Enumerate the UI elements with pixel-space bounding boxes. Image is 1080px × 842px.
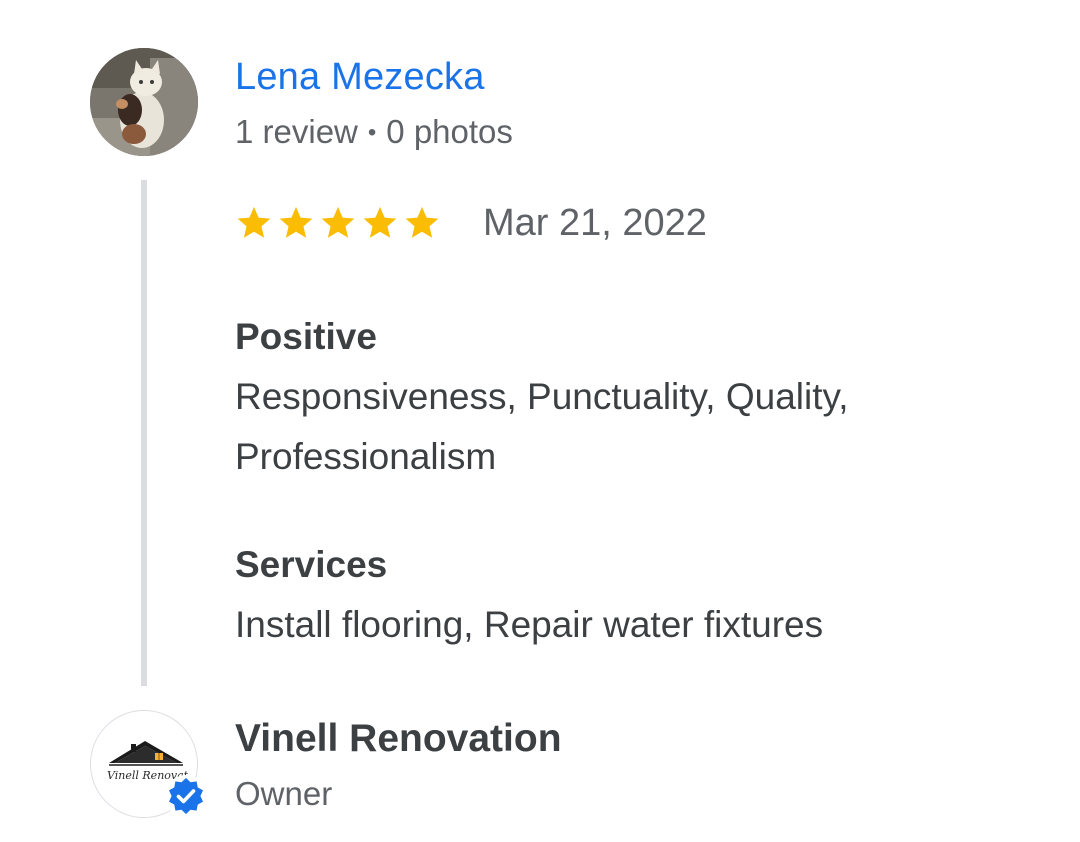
star-icon (279, 206, 313, 238)
meta-separator: • (367, 119, 377, 146)
reviews-count: 1 review (235, 113, 358, 150)
reviewer-avatar[interactable] (90, 48, 198, 156)
section-body-positive: Responsiveness, Punctuality, Quality, Pr… (235, 376, 849, 477)
verified-badge-icon (165, 775, 207, 817)
review-date: Mar 21, 2022 (483, 202, 707, 244)
star-rating (235, 204, 445, 242)
section-title-services: Services (235, 544, 388, 585)
review-card: Lena Mezecka 1 review • 0 photos Mar 21, 2… (0, 0, 1080, 842)
rating-row: Mar 21, 2022 (235, 200, 707, 246)
cat-photo-icon (90, 48, 198, 156)
owner-role: Owner (235, 775, 333, 812)
reviewer-meta: 1 review • 0 photos (235, 112, 513, 153)
reviewer-name-link[interactable]: Lena Mezecka (235, 54, 485, 100)
thread-divider-line (141, 180, 147, 686)
section-body-services: Install flooring, Repair water fixtures (235, 604, 824, 645)
star-icon (363, 206, 397, 238)
photos-count: 0 photos (386, 113, 513, 150)
section-title-positive: Positive (235, 316, 377, 357)
owner-name: Vinell Renovation (235, 717, 562, 760)
star-icon (321, 206, 355, 238)
star-icon (405, 206, 439, 238)
star-icon (237, 206, 271, 238)
